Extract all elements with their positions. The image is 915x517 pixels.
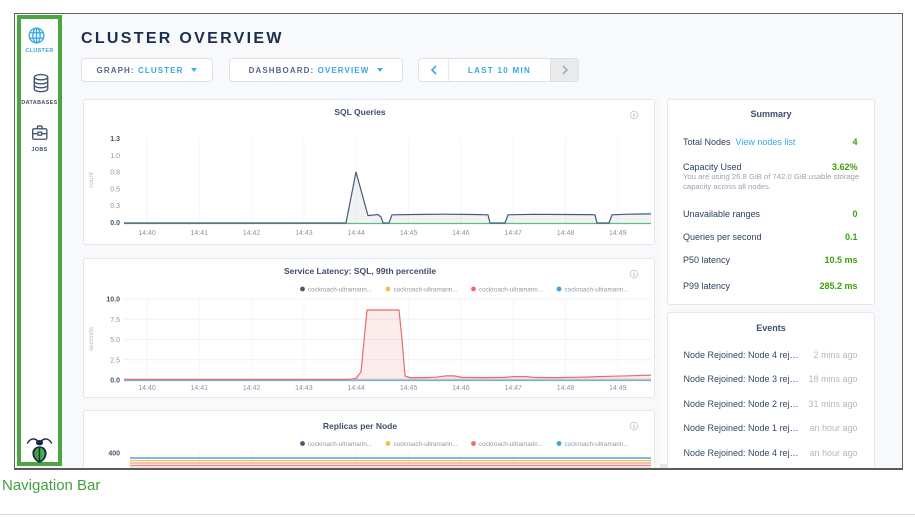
svg-text:cockroach-ultramarin...: cockroach-ultramarin... (479, 286, 543, 293)
svg-text:14:45: 14:45 (400, 230, 418, 237)
svg-text:14:42: 14:42 (243, 385, 261, 392)
svg-text:14:41: 14:41 (191, 385, 209, 392)
svg-text:400: 400 (108, 451, 120, 458)
svg-text:14:43: 14:43 (295, 230, 313, 237)
svg-text:14:43: 14:43 (295, 385, 313, 392)
svg-text:14:41: 14:41 (191, 230, 209, 237)
svg-text:14:48: 14:48 (557, 230, 575, 237)
svg-text:cockroach-ultramarin...: cockroach-ultramarin... (308, 286, 372, 293)
svg-text:14:49: 14:49 (609, 385, 627, 392)
svg-text:cockroach-ultramarin...: cockroach-ultramarin... (479, 441, 543, 448)
svg-text:0.0: 0.0 (110, 378, 120, 385)
svg-text:14:46: 14:46 (452, 230, 470, 237)
svg-text:5.0: 5.0 (110, 337, 120, 344)
svg-text:seconds: seconds (88, 326, 95, 351)
svg-text:14:47: 14:47 (504, 385, 522, 392)
svg-text:1.3: 1.3 (110, 136, 120, 143)
svg-text:cockroach-ultramarin...: cockroach-ultramarin... (565, 286, 629, 293)
svg-text:cockroach-ultramarin...: cockroach-ultramarin... (565, 441, 629, 448)
svg-text:14:44: 14:44 (347, 385, 365, 392)
svg-text:14:48: 14:48 (557, 385, 575, 392)
svg-text:0.3: 0.3 (110, 203, 120, 210)
svg-text:14:46: 14:46 (452, 385, 470, 392)
svg-text:2.5: 2.5 (110, 357, 120, 364)
svg-text:14:40: 14:40 (138, 385, 156, 392)
svg-text:cockroach-ultramarin...: cockroach-ultramarin... (394, 286, 458, 293)
svg-text:cockroach-ultramarin...: cockroach-ultramarin... (394, 441, 458, 448)
svg-text:1.0: 1.0 (110, 153, 120, 160)
svg-text:14:49: 14:49 (609, 230, 627, 237)
svg-text:0.8: 0.8 (110, 170, 120, 177)
svg-text:14:47: 14:47 (504, 230, 522, 237)
svg-text:cockroach-ultramarin...: cockroach-ultramarin... (308, 441, 372, 448)
svg-text:0.0: 0.0 (110, 220, 120, 227)
svg-text:count: count (88, 172, 95, 188)
svg-text:14:42: 14:42 (243, 230, 261, 237)
svg-text:0.5: 0.5 (110, 186, 120, 193)
svg-text:14:45: 14:45 (400, 385, 418, 392)
svg-text:14:44: 14:44 (347, 230, 365, 237)
svg-text:14:40: 14:40 (138, 230, 156, 237)
svg-text:7.5: 7.5 (110, 317, 120, 324)
svg-text:10.0: 10.0 (106, 297, 120, 304)
